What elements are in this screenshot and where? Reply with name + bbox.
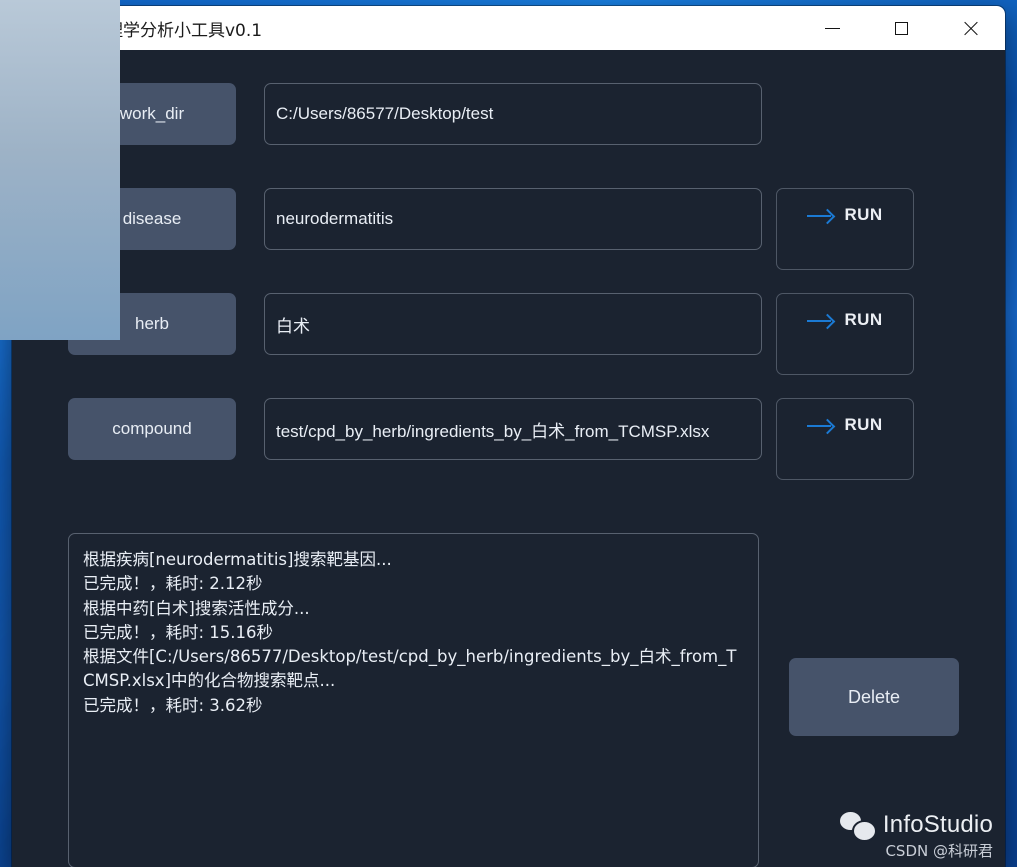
watermark-top: InfoStudio — [839, 811, 993, 842]
title-bar: 网络药理学分析小工具v0.1 — [12, 6, 1005, 50]
compound-button[interactable]: compound — [68, 398, 236, 460]
maximize-button[interactable] — [867, 6, 936, 50]
form-row-compound: compound RUN — [68, 398, 914, 480]
watermark-subtitle: CSDN @科研君 — [885, 842, 993, 860]
watermark: InfoStudio CSDN @科研君 — [839, 811, 993, 861]
wechat-icon — [839, 811, 877, 842]
close-icon — [962, 20, 979, 37]
arrow-right-icon — [807, 314, 833, 328]
form-row-work-dir: work_dir — [68, 83, 762, 145]
app-image-icon — [27, 19, 44, 37]
run-button-compound[interactable]: RUN — [776, 398, 914, 480]
delete-button[interactable]: Delete — [789, 658, 959, 736]
arrow-right-icon — [807, 419, 833, 433]
work-dir-input[interactable] — [264, 83, 762, 145]
window-title: 网络药理学分析小工具v0.1 — [55, 20, 263, 41]
disease-button[interactable]: disease — [68, 188, 236, 250]
compound-input[interactable] — [264, 398, 762, 460]
application-body: work_dir disease RUN herb RUN — [12, 50, 1005, 867]
minimize-button[interactable] — [798, 6, 867, 50]
desktop-background: 网络药理学分析小工具v0.1 work_dir C:/Users/86577/D… — [0, 0, 1017, 867]
disease-input[interactable] — [264, 188, 762, 250]
run-button-disease[interactable]: RUN — [776, 188, 914, 270]
form-row-disease: disease RUN — [68, 188, 914, 270]
form-row-herb: herb RUN — [68, 293, 914, 375]
minimize-icon — [825, 27, 840, 29]
work-dir-button[interactable]: work_dir — [68, 83, 236, 145]
watermark-name: InfoStudio — [882, 811, 993, 838]
application-window: 网络药理学分析小工具v0.1 work_dir C:/Users/86577/D… — [12, 6, 1005, 867]
run-label: RUN — [844, 310, 883, 329]
close-button[interactable] — [936, 6, 1005, 50]
maximize-icon — [895, 21, 908, 35]
herb-input[interactable] — [264, 293, 762, 355]
run-label: RUN — [844, 415, 883, 434]
herb-button[interactable]: herb — [68, 293, 236, 355]
run-button-herb[interactable]: RUN — [776, 293, 914, 375]
log-output[interactable]: 根据疾病[neurodermatitis]搜索靶基因... 已完成！，耗时: 2… — [68, 533, 759, 867]
arrow-right-icon — [807, 209, 833, 223]
window-controls — [798, 6, 1005, 50]
run-label: RUN — [844, 205, 883, 224]
